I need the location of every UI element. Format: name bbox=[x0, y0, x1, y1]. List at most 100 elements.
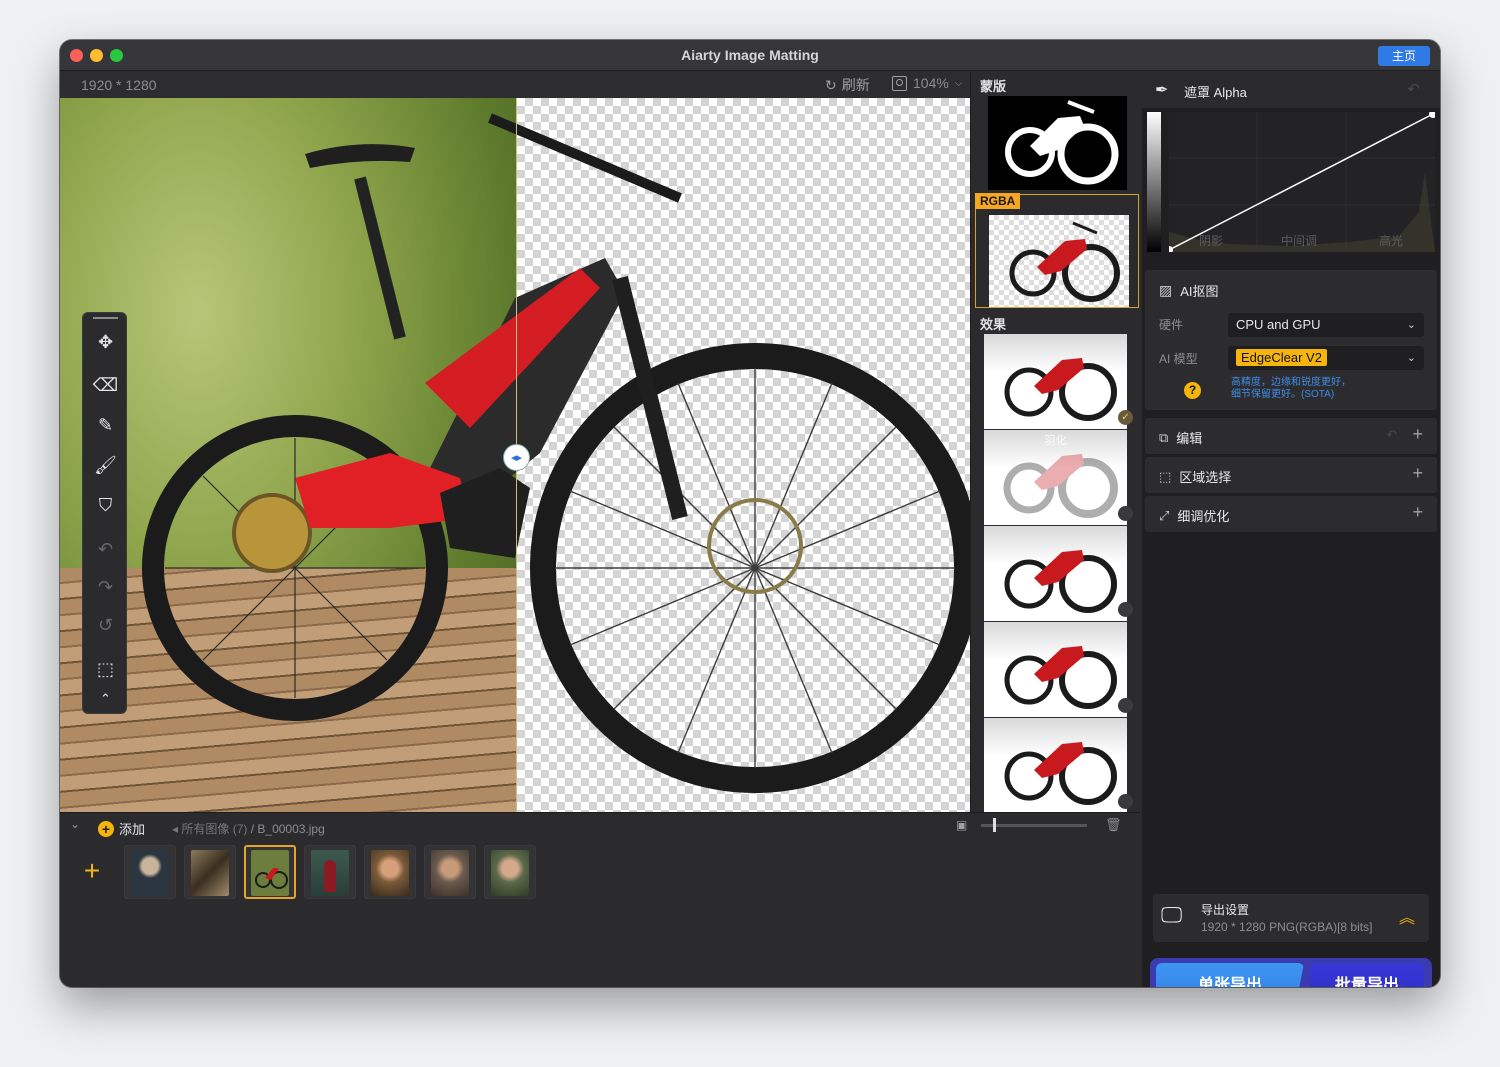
refine-section[interactable]: ⤢ 细调优化 + bbox=[1145, 496, 1437, 532]
ai-matting-header[interactable]: ▨ AI抠图 bbox=[1159, 281, 1219, 300]
breadcrumb-all-images[interactable]: 所有图像 (7) bbox=[181, 822, 247, 836]
effect-radio-3[interactable] bbox=[1118, 602, 1133, 617]
curve-label-shadows: 阴影 bbox=[1199, 234, 1224, 248]
region-header: ⬚ 区域选择 bbox=[1159, 467, 1231, 486]
image-canvas[interactable]: ◂▸ ✥ ⌫ ✎ 🖌 ⛉ ↶ ↷ ↺ ⬚ ⌃ bbox=[60, 98, 970, 812]
app-window: Aiarty Image Matting 主页 1920 * 1280 ↻ 刷新… bbox=[60, 40, 1440, 987]
rgba-badge: RGBA bbox=[975, 193, 1021, 209]
curve-line bbox=[1169, 113, 1434, 251]
export-settings[interactable]: 🖵 导出设置 1920 * 1280 PNG(RGBA)[8 bits] ︽ bbox=[1153, 894, 1429, 942]
settings-sidebar: ✒ 遮罩 Alpha ↶ 阴影 中间调 高光 ▨ AI抠图 硬件 CPU and… bbox=[1142, 72, 1440, 987]
thumbnail-strip: + bbox=[64, 845, 1134, 905]
refresh-label: 刷新 bbox=[841, 77, 870, 93]
compare-split-handle[interactable]: ◂▸ bbox=[503, 444, 530, 471]
undo-icon[interactable]: ↶ bbox=[1386, 427, 1397, 443]
handlebar bbox=[488, 113, 682, 203]
add-button[interactable]: + 添加 bbox=[98, 819, 145, 838]
collapse-up-icon[interactable]: ⌃ bbox=[83, 683, 128, 715]
curve-point-high bbox=[1429, 112, 1435, 118]
hardware-select[interactable]: CPU and GPU ⌄ bbox=[1228, 313, 1424, 337]
rgba-preview[interactable] bbox=[975, 194, 1139, 308]
edit-title: 编辑 bbox=[1176, 431, 1203, 446]
model-select[interactable]: EdgeClear V2 ⌄ bbox=[1228, 346, 1424, 370]
refresh-button[interactable]: ↻ 刷新 bbox=[825, 75, 870, 95]
single-export-button[interactable]: 单张导出 bbox=[1156, 963, 1304, 987]
trash-icon[interactable]: 🗑 bbox=[1105, 817, 1122, 833]
effect-thumbnail-4[interactable] bbox=[984, 622, 1133, 717]
image-dimensions: 1920 * 1280 bbox=[81, 77, 157, 93]
image-icon: ▨ bbox=[1159, 282, 1173, 298]
alpha-title: 遮罩 Alpha bbox=[1184, 85, 1247, 100]
checkmark-icon: ✓ bbox=[1118, 410, 1133, 425]
thumbnail-woman-flowers[interactable] bbox=[364, 845, 416, 899]
roller-tool-icon[interactable]: ⛉ bbox=[83, 489, 128, 521]
curve-label-highlights: 高光 bbox=[1379, 234, 1404, 248]
effect-thumbnail-1[interactable]: ✓ bbox=[984, 334, 1133, 429]
add-image-button[interactable]: + bbox=[70, 845, 114, 899]
reset-icon[interactable]: ↺ bbox=[83, 609, 128, 641]
title-bar: Aiarty Image Matting 主页 bbox=[60, 40, 1440, 71]
model-description-line1: 高精度，边缘和锐度更好， bbox=[1231, 377, 1351, 388]
move-tool-icon[interactable]: ✥ bbox=[83, 326, 128, 358]
panel-grip[interactable] bbox=[93, 317, 118, 319]
undo-icon[interactable]: ↶ bbox=[83, 533, 128, 565]
thumbnail-bike[interactable] bbox=[244, 845, 296, 899]
alpha-gradient-bar bbox=[1147, 112, 1161, 252]
expand-plus-icon[interactable]: + bbox=[1412, 463, 1423, 484]
ai-matting-card: ▨ AI抠图 硬件 CPU and GPU ⌄ AI 模型 EdgeClear … bbox=[1145, 270, 1437, 410]
brush-tool-icon[interactable]: 🖌 bbox=[83, 449, 128, 481]
chevron-down-icon: ⌄ bbox=[1406, 319, 1416, 331]
thumbnail-jellyfish[interactable] bbox=[124, 845, 176, 899]
library-bar: ⌄ + 添加 ◂ 所有图像 (7) / B_00003.jpg ▣ 🗑 bbox=[60, 813, 1140, 839]
canvas-toolbar: 1920 * 1280 ↻ 刷新 104% ⌵ bbox=[60, 72, 970, 98]
collapse-down-icon[interactable]: ⌄ bbox=[70, 817, 80, 831]
effect-thumbnail-3[interactable] bbox=[984, 526, 1133, 621]
thumbnail-woman-vintage[interactable] bbox=[424, 845, 476, 899]
batch-export-button[interactable]: 批量导出 bbox=[1310, 963, 1424, 987]
add-icon: + bbox=[98, 820, 114, 837]
redo-icon[interactable]: ↷ bbox=[83, 571, 128, 603]
undo-curve-icon[interactable]: ↶ bbox=[1407, 80, 1420, 98]
chevron-down-icon: ⌄ bbox=[1406, 352, 1416, 364]
breadcrumb: ◂ 所有图像 (7) / B_00003.jpg bbox=[172, 820, 325, 837]
thumbnail-size-slider[interactable] bbox=[981, 818, 1087, 832]
effect-radio-4[interactable] bbox=[1118, 698, 1133, 713]
add-label: 添加 bbox=[119, 822, 146, 837]
expand-plus-icon[interactable]: + bbox=[1412, 424, 1423, 445]
effect-thumbnail-2[interactable]: 羽化 bbox=[984, 430, 1133, 525]
slider-knob[interactable] bbox=[993, 818, 996, 832]
help-icon[interactable]: ? bbox=[1184, 382, 1201, 399]
thumbnail-dragon[interactable] bbox=[184, 845, 236, 899]
selection-tool-icon[interactable]: ⬚ bbox=[83, 653, 128, 685]
zoom-icon bbox=[892, 75, 907, 91]
model-value: EdgeClear V2 bbox=[1236, 349, 1327, 366]
back-arrow-icon[interactable]: ◂ bbox=[172, 822, 181, 836]
effect-radio-2[interactable] bbox=[1118, 506, 1133, 521]
thumbnail-woman-red-dress[interactable] bbox=[304, 845, 356, 899]
zoom-control[interactable]: 104% ⌵ bbox=[892, 75, 962, 91]
eraser-tool-icon[interactable]: ⌫ bbox=[83, 369, 128, 401]
refine-header: ⤢ 细调优化 bbox=[1159, 506, 1229, 525]
expand-plus-icon[interactable]: + bbox=[1412, 502, 1423, 523]
chevron-double-up-icon[interactable]: ︽ bbox=[1399, 904, 1415, 928]
effect-radio-5[interactable] bbox=[1118, 794, 1133, 809]
curve-label-midtones: 中间调 bbox=[1281, 234, 1318, 248]
export-title: 导出设置 bbox=[1201, 903, 1250, 917]
home-button[interactable]: 主页 bbox=[1378, 46, 1430, 66]
alpha-curve-editor[interactable]: 阴影 中间调 高光 bbox=[1169, 112, 1435, 252]
effect-thumbnail-5[interactable] bbox=[984, 718, 1133, 813]
thumbnail-woman-garden[interactable] bbox=[484, 845, 536, 899]
export-buttons: 单张导出 批量导出 bbox=[1150, 958, 1432, 987]
edit-section[interactable]: ⧉ 编辑 ↶ + bbox=[1145, 418, 1437, 454]
hardware-value: CPU and GPU bbox=[1236, 317, 1321, 332]
pen-tool-icon[interactable]: ✎ bbox=[83, 409, 128, 441]
mask-thumbnail[interactable] bbox=[988, 96, 1127, 190]
eyedropper-icon[interactable]: ✒ bbox=[1155, 80, 1168, 100]
breadcrumb-file: / B_00003.jpg bbox=[250, 822, 325, 836]
rgba-thumbnail bbox=[989, 215, 1129, 307]
alpha-header: ✒ 遮罩 Alpha ↶ bbox=[1142, 72, 1440, 108]
region-section[interactable]: ⬚ 区域选择 + bbox=[1145, 457, 1437, 493]
image-library: ⌄ + 添加 ◂ 所有图像 (7) / B_00003.jpg ▣ 🗑 + bbox=[60, 812, 1140, 977]
hardware-label: 硬件 bbox=[1159, 318, 1184, 332]
mask-section-label: 蒙版 bbox=[980, 79, 1007, 94]
